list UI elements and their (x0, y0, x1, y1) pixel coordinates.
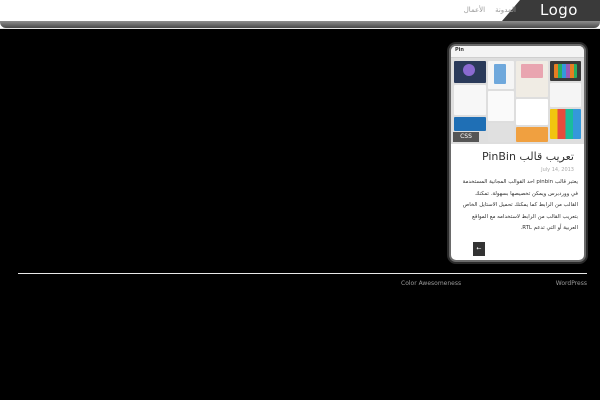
thumbnail-tile (516, 99, 548, 125)
footer-theme-credit[interactable]: Color Awesomeness (401, 280, 461, 287)
thumbnail-tile (554, 64, 577, 78)
post-card: Pin CSS تعريب قالب PinBin July 14, 2013 … (451, 46, 584, 260)
thumbnail-caption: Pin (455, 47, 464, 53)
main-nav: المدونة الأعمال (464, 0, 516, 21)
site-header: Logo المدونة الأعمال (0, 0, 600, 29)
thumbnail-tile (516, 127, 548, 142)
thumbnail-tile (521, 64, 543, 78)
read-more-button[interactable]: ← (473, 242, 485, 256)
thumbnail-tile (494, 64, 506, 84)
post-excerpt: يعتبر قالب pinbin احد القوالب المجانية ا… (462, 179, 578, 232)
nav-item-portfolio[interactable]: الأعمال (464, 0, 485, 21)
post-title[interactable]: تعريب قالب PinBin (482, 150, 574, 163)
logo-text[interactable]: Logo (540, 0, 578, 21)
thumbnail-tile (550, 109, 581, 139)
nav-item-blog[interactable]: المدونة (495, 0, 516, 21)
thumbnail-tile (454, 117, 486, 131)
post-date: July 14, 2013 (541, 167, 574, 173)
thumbnail-tile (463, 64, 475, 76)
thumbnail-tile (488, 123, 514, 142)
page: Logo المدونة الأعمال Pin CSS تعريب قالب … (0, 0, 600, 400)
thumbnail-badge: CSS (453, 132, 479, 142)
thumbnail-tile (454, 85, 486, 115)
logo[interactable]: Logo (502, 0, 600, 21)
footer-wordpress-credit[interactable]: WordPress (556, 280, 587, 287)
thumbnail-tile (488, 91, 514, 121)
post-thumbnail[interactable]: Pin CSS (451, 46, 584, 144)
header-shadow (0, 21, 600, 28)
thumbnail-browser-bar: Pin (451, 46, 584, 58)
thumbnail-tile (550, 83, 581, 107)
footer-divider (18, 273, 587, 274)
